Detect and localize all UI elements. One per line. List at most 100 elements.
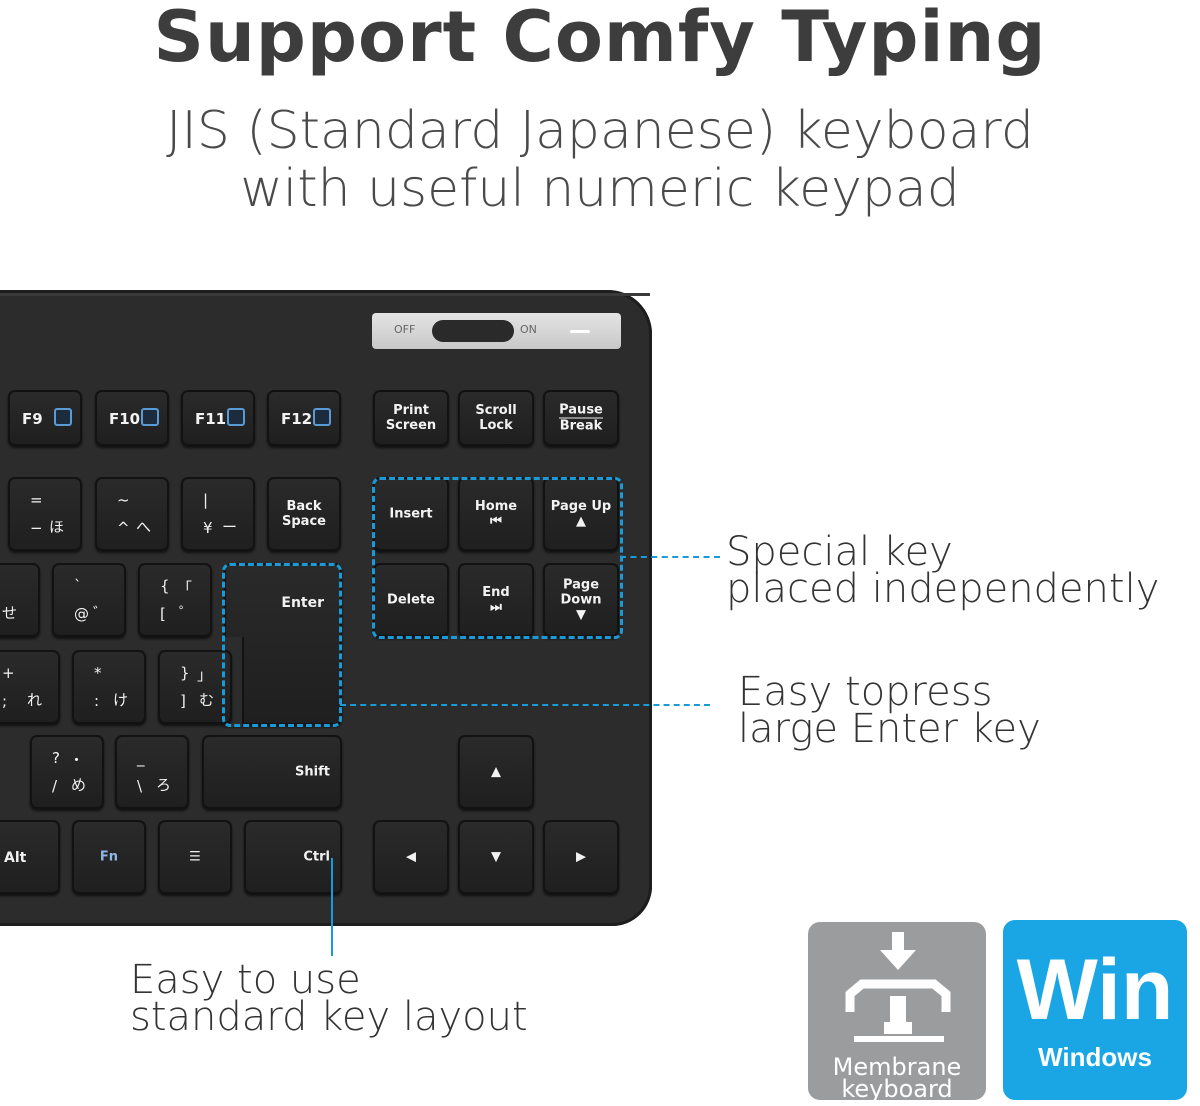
key-backspace[interactable]: Back Space [267,477,341,551]
special-callout-line [620,556,720,558]
key-scroll[interactable]: Scroll Lock [458,390,534,446]
key-label: Shift [295,764,330,780]
key-legend: ] [180,692,186,710]
key-legend: ? [52,749,60,767]
key-legend: け [112,691,128,709]
function-icon [227,408,245,426]
key-pause[interactable]: Pause Break [543,390,619,446]
key-legend: ろ [155,776,171,794]
key-label: ▶ [576,849,586,865]
key-legend: [ [160,605,166,623]
key-pipe[interactable]: | ¥ ー [181,477,255,551]
special-keys-highlight [372,477,623,639]
key-legend: + [2,664,15,682]
key-right[interactable]: ▶ [543,820,619,894]
key-menu[interactable]: ☰ [158,820,232,894]
key-label: Back Space [282,499,326,529]
key-label: Scroll Lock [475,403,517,433]
power-switch[interactable]: OFF ON [372,313,621,349]
function-icon [54,408,72,426]
key-se[interactable]: せ [0,563,40,637]
key-brace[interactable]: {「 [゜ [138,563,212,637]
keyboard-seam [0,293,650,296]
membrane-icon [845,932,951,1042]
key-f11[interactable]: F11 [181,390,255,446]
key-shift[interactable]: Shift [202,735,342,809]
key-legend: へ [135,518,151,536]
function-icon [313,408,331,426]
enter-key-highlight [222,563,342,727]
key-star[interactable]: *: け [72,650,146,724]
key-rbrace[interactable]: } 」] む [158,650,232,724]
callout-text: placed independently [726,566,1160,612]
key-label: F11 [195,410,227,428]
subtitle-line-1: JIS (Standard Japanese) keyboard [166,101,1034,161]
callout-layout: Easy to use standard key layout [130,960,528,1037]
key-legend: − [30,519,43,537]
key-label: Ctrl [303,849,330,865]
switch-on-label: ON [520,323,537,336]
windows-badge: Win Windows [1003,920,1187,1100]
key-legend: = [30,491,43,509]
key-legend: | [203,491,209,509]
membrane-keyboard-badge: Membrane keyboard [808,922,986,1103]
key-tilde[interactable]: ~ ^ へ [95,477,169,551]
key-legend: ; [2,692,8,710]
key-legend: む [198,691,214,709]
badge-label: keyboard [841,1075,953,1103]
key-legend: 」 [196,666,212,684]
key-legend: め [70,776,86,794]
key-f9[interactable]: F9 [8,390,82,446]
callout-text: large Enter key [738,706,1041,752]
key-label: F12 [281,410,313,428]
key-legend: \ [137,777,143,795]
enter-callout-line [340,704,710,706]
callout-enter: Easy topress large Enter key [738,672,1041,752]
key-label: Pause Break [545,403,617,434]
key-legend: @ [74,605,89,623]
key-up[interactable]: ▲ [458,735,534,809]
subtitle-line-2: with useful numeric keypad [240,159,960,219]
key-legend: * [94,664,102,682]
key-label: Alt [4,850,27,866]
key-fn[interactable]: Fn [72,820,146,894]
key-legend: ~ [117,491,130,509]
key-label: Print Screen [385,403,437,433]
key-alt[interactable]: Alt [0,820,60,894]
key-eq[interactable]: = − ほ [8,477,82,551]
key-legend: ¥ [203,519,213,537]
key-label: ◀ [406,849,416,865]
key-left[interactable]: ◀ [373,820,449,894]
callout-special: Special key placed independently [726,532,1160,612]
key-plus[interactable]: +; れ [0,650,60,724]
key-legend: れ [26,691,42,709]
key-legend: } [180,664,190,682]
key-q[interactable]: ? ・ / め [30,735,104,809]
key-ctrl[interactable]: Ctrl [244,820,342,894]
key-label: Break [559,418,603,434]
key-legend: { [160,577,170,595]
key-legend: ・ [68,751,84,769]
key-at[interactable]: ` @ ゛ [52,563,126,637]
key-down[interactable]: ▼ [458,820,534,894]
key-f12[interactable]: F12 [267,390,341,446]
key-f10[interactable]: F10 [95,390,169,446]
key-legend: ` [74,577,82,595]
key-legend: : [94,692,100,710]
key-legend: / [52,777,58,795]
key-legend: せ [2,604,18,622]
key-bs[interactable]: _ \ ろ [115,735,189,809]
switch-knob[interactable] [432,320,514,342]
key-print[interactable]: Print Screen [373,390,449,446]
key-label: Fn [99,849,119,865]
key-legend: ゛ [92,604,108,622]
key-legend: ー [221,518,237,536]
key-label: F10 [109,410,141,428]
key-legend: _ [137,749,145,767]
key-label: F9 [22,410,43,428]
key-label: ☰ [189,849,201,865]
key-legend: ゜ [178,604,194,622]
page-title: Support Comfy Typing [153,0,1047,78]
switch-off-label: OFF [394,323,416,336]
key-legend: ^ [117,519,130,537]
